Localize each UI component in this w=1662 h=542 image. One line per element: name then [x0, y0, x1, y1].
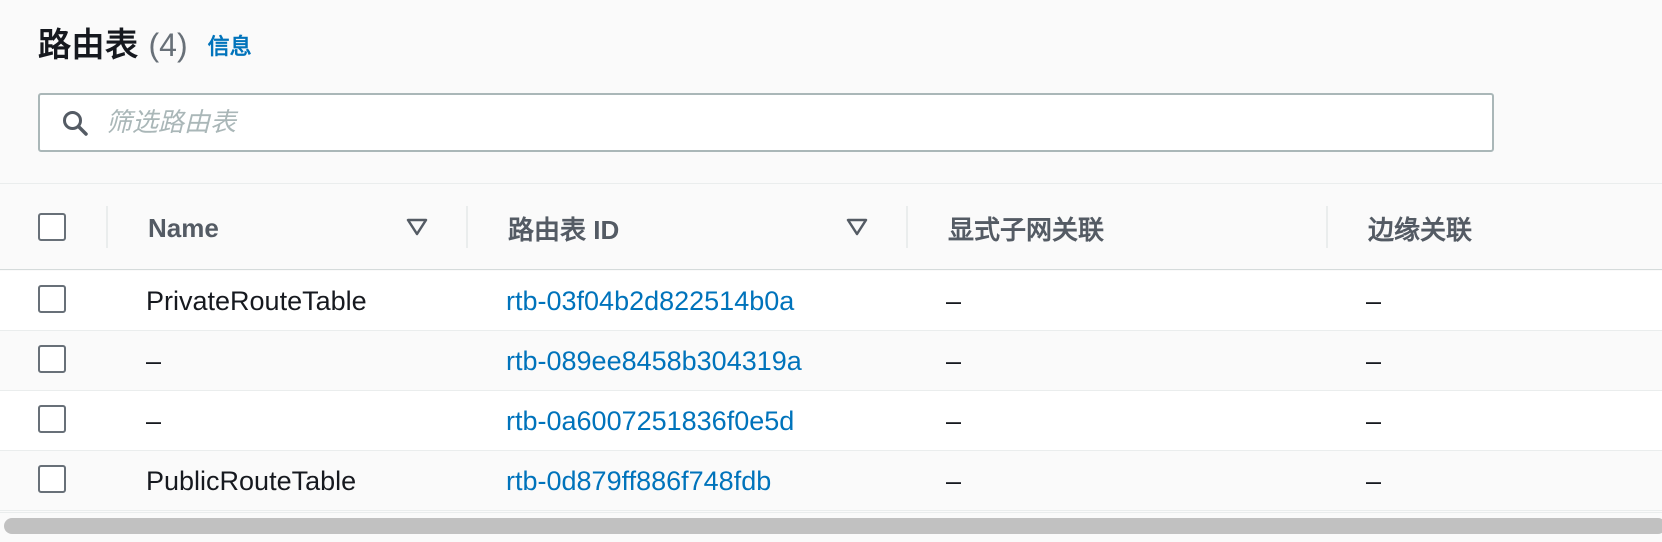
column-header-edge[interactable]: 边缘关联 — [1368, 210, 1472, 246]
id-cell: rtb-0d879ff886f748fdb — [506, 451, 771, 511]
edge-cell: – — [1366, 391, 1381, 451]
explicit-subnet-value: – — [946, 285, 962, 316]
table-row[interactable]: PublicRouteTable rtb-0d879ff886f748fdb –… — [0, 451, 1662, 511]
edge-association-value: – — [1366, 285, 1382, 316]
table-row[interactable]: – rtb-0a6007251836f0e5d – – — [0, 391, 1662, 451]
id-cell: rtb-089ee8458b304319a — [506, 331, 802, 391]
route-tables-panel: 路由表 (4) 信息 Name 路由表 ID — [0, 0, 1662, 542]
horizontal-scrollbar-thumb[interactable] — [4, 518, 1662, 534]
edge-association-value: – — [1366, 465, 1382, 496]
route-table-id-link[interactable]: rtb-0d879ff886f748fdb — [506, 466, 771, 497]
name-cell: – — [146, 391, 161, 451]
info-link[interactable]: 信息 — [208, 29, 252, 61]
column-header-label: 路由表 ID — [508, 214, 620, 245]
column-separator — [1326, 206, 1328, 248]
name-cell: – — [146, 331, 161, 391]
column-header-label: Name — [148, 212, 219, 243]
route-table-id-link[interactable]: rtb-089ee8458b304319a — [506, 346, 802, 377]
edge-cell: – — [1366, 451, 1381, 511]
search-icon — [60, 108, 90, 138]
row-checkbox[interactable] — [38, 285, 66, 313]
select-all-checkbox[interactable] — [38, 213, 66, 241]
explicit-subnet-cell: – — [946, 331, 961, 391]
id-cell: rtb-03f04b2d822514b0a — [506, 271, 794, 331]
name-cell: PrivateRouteTable — [146, 271, 367, 331]
row-select-cell — [38, 405, 66, 433]
column-header-label: 显式子网关联 — [948, 214, 1105, 245]
explicit-subnet-value: – — [946, 345, 962, 376]
name-cell: PublicRouteTable — [146, 451, 356, 511]
page-title: 路由表 — [38, 26, 139, 63]
route-table-name: – — [146, 405, 162, 436]
column-header-name[interactable]: Name — [148, 210, 219, 246]
row-select-cell — [38, 465, 66, 493]
id-cell: rtb-0a6007251836f0e5d — [506, 391, 794, 451]
route-table-name: PublicRouteTable — [146, 465, 357, 496]
row-checkbox[interactable] — [38, 465, 66, 493]
route-table-id-link[interactable]: rtb-0a6007251836f0e5d — [506, 406, 794, 437]
sort-down-icon[interactable] — [846, 216, 868, 238]
edge-cell: – — [1366, 271, 1381, 331]
column-header-label: 边缘关联 — [1368, 214, 1473, 245]
edge-association-value: – — [1366, 405, 1382, 436]
route-table-id-link[interactable]: rtb-03f04b2d822514b0a — [506, 286, 794, 317]
column-separator — [906, 206, 908, 248]
row-select-cell — [38, 285, 66, 313]
filter-box[interactable] — [38, 93, 1494, 152]
explicit-subnet-cell: – — [946, 271, 961, 331]
row-select-cell — [38, 345, 66, 373]
explicit-subnet-value: – — [946, 465, 962, 496]
select-all-cell — [38, 213, 66, 241]
route-table-name: PrivateRouteTable — [146, 285, 367, 316]
table-row[interactable]: PrivateRouteTable rtb-03f04b2d822514b0a … — [0, 271, 1662, 331]
edge-cell: – — [1366, 331, 1381, 391]
sort-down-icon[interactable] — [406, 216, 428, 238]
explicit-subnet-cell: – — [946, 391, 961, 451]
table-header: Name 路由表 ID 显式子网关联 边缘关联 — [0, 184, 1662, 270]
column-separator — [466, 206, 468, 248]
row-checkbox[interactable] — [38, 405, 66, 433]
column-separator — [106, 206, 108, 248]
item-count: (4) — [148, 27, 188, 63]
edge-association-value: – — [1366, 345, 1382, 376]
route-table-name: – — [146, 345, 162, 376]
column-header-route-table-id[interactable]: 路由表 ID — [508, 210, 619, 246]
filter-input[interactable] — [106, 97, 1446, 148]
explicit-subnet-cell: – — [946, 451, 961, 511]
column-header-explicit-subnet[interactable]: 显式子网关联 — [948, 210, 1104, 246]
row-checkbox[interactable] — [38, 345, 66, 373]
explicit-subnet-value: – — [946, 405, 962, 436]
panel-header: 路由表 (4) 信息 — [38, 18, 252, 63]
table-row[interactable]: – rtb-089ee8458b304319a – – — [0, 331, 1662, 391]
